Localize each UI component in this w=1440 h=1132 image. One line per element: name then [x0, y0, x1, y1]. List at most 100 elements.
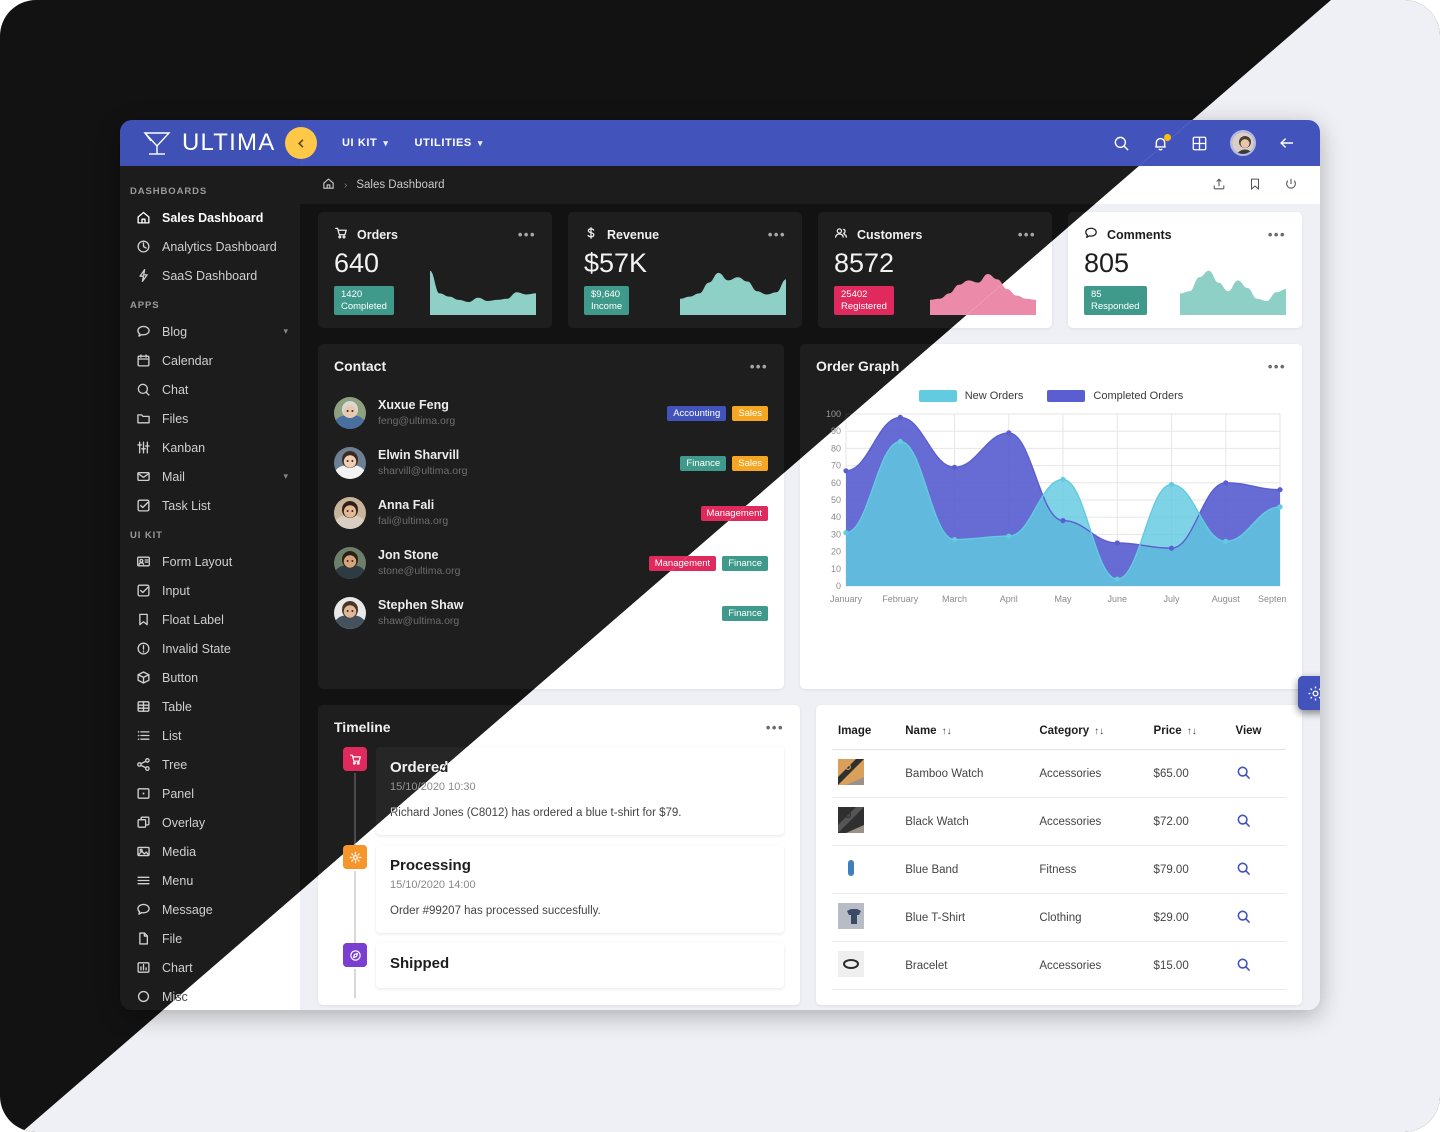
table-row[interactable]: BraceletAccessories$15.00 — [832, 941, 1286, 990]
ellipsis-icon[interactable]: ••• — [518, 228, 536, 241]
kpi-card-orders: Orders ••• 640 1420Completed — [318, 212, 552, 328]
comment-icon — [1084, 226, 1098, 243]
sort-icon[interactable]: ↑↓ — [1187, 726, 1197, 737]
sidebar-item-media[interactable]: Media — [120, 837, 300, 866]
compass-icon — [343, 943, 367, 967]
contact-info: Anna Fali fali@ultima.org — [378, 497, 448, 528]
kpi-left: 640 1420Completed — [334, 248, 426, 316]
sidebar-item-analytics-dashboard[interactable]: Analytics Dashboard — [120, 232, 300, 261]
contact-row[interactable]: Xuxue Feng feng@ultima.org Accounting Sales — [334, 388, 768, 438]
table-row[interactable]: Blue T-ShirtClothing$29.00 — [832, 893, 1286, 942]
sidebar-item-invalid-state[interactable]: Invalid State — [120, 634, 300, 663]
sidebar-item-calendar[interactable]: Calendar — [120, 346, 300, 375]
arrow-left-icon[interactable] — [1278, 134, 1296, 152]
sidebar-item-saas-dashboard[interactable]: SaaS Dashboard — [120, 261, 300, 290]
contact-name: Stephen Shaw — [378, 598, 464, 613]
legend-swatch — [918, 390, 957, 402]
page-stage: ULTIMA UI KIT ▾ UTILITIES ▾ DASHBOARDS S… — [0, 0, 1440, 1132]
sidebar-item-mail[interactable]: Mail ▾ — [120, 462, 300, 491]
id-card-icon — [136, 554, 151, 569]
table-row[interactable]: Black WatchAccessories$72.00 — [832, 797, 1286, 846]
table-header-label: Category — [1039, 725, 1090, 737]
sidebar-item-label: Analytics Dashboard — [162, 239, 277, 254]
tag-badge[interactable]: Sales — [732, 455, 768, 471]
ellipsis-icon[interactable]: ••• — [1268, 360, 1286, 373]
kpi-chip-label: Completed — [341, 300, 387, 312]
chevron-down-icon[interactable]: ▾ — [283, 471, 288, 482]
share-icon[interactable] — [1212, 177, 1226, 194]
sidebar-item-kanban[interactable]: Kanban — [120, 433, 300, 462]
product-thumbnail — [838, 759, 864, 788]
product-thumbnail — [838, 903, 864, 932]
ellipsis-icon[interactable]: ••• — [766, 721, 784, 734]
contact-row[interactable]: Elwin Sharvill sharvill@ultima.org Finance… — [334, 438, 768, 488]
home-icon[interactable] — [322, 177, 335, 193]
tag-badge[interactable]: Accounting — [667, 405, 727, 421]
grid-icon[interactable] — [1191, 135, 1208, 152]
tag-badge[interactable]: Finance — [680, 455, 727, 471]
search-icon[interactable] — [1236, 910, 1251, 927]
power-icon[interactable] — [1284, 177, 1298, 194]
chevron-down-icon[interactable]: ▾ — [283, 326, 288, 337]
search-icon[interactable] — [1236, 958, 1251, 975]
ellipsis-icon[interactable]: ••• — [1018, 228, 1036, 241]
avatar — [334, 547, 366, 579]
sidebar-item-chat[interactable]: Chat — [120, 375, 300, 404]
sidebar-item-overlay[interactable]: Overlay — [120, 808, 300, 837]
product-table-card: Image Name ↑↓ Category ↑↓ Price ↑↓ View Bamboo … — [816, 705, 1302, 1005]
search-icon[interactable] — [1236, 862, 1251, 879]
brand-logo[interactable]: ULTIMA — [120, 120, 300, 166]
contact-email: sharvill@ultima.org — [378, 465, 468, 478]
sidebar-item-blog[interactable]: Blog ▾ — [120, 317, 300, 346]
kpi-sparkline — [1180, 261, 1286, 316]
legend-item[interactable]: New Orders — [918, 390, 1023, 402]
avatar[interactable] — [1230, 130, 1256, 156]
svg-text:20: 20 — [831, 547, 841, 557]
chevron-down-icon: ▾ — [383, 137, 389, 148]
clone-icon — [136, 815, 151, 830]
menu-ui-kit-label: UI KIT — [342, 137, 378, 149]
search-icon[interactable] — [1236, 766, 1251, 783]
sidebar[interactable]: DASHBOARDS Sales Dashboard Analytics Dashb… — [120, 166, 300, 1010]
sidebar-item-table[interactable]: Table — [120, 692, 300, 721]
menu-utilities[interactable]: UTILITIES ▾ — [415, 137, 483, 149]
contact-email: shaw@ultima.org — [378, 615, 460, 628]
breadcrumb-current[interactable]: Sales Dashboard — [356, 179, 444, 191]
table-row[interactable]: Bamboo WatchAccessories$65.00 — [832, 749, 1286, 798]
ellipsis-icon[interactable]: ••• — [1268, 228, 1286, 241]
sidebar-item-button[interactable]: Button — [120, 663, 300, 692]
table-header-name[interactable]: Name ↑↓ — [899, 719, 1034, 750]
sidebar-item-list[interactable]: List — [120, 721, 300, 750]
menu-ui-kit[interactable]: UI KIT ▾ — [342, 137, 389, 149]
sidebar-item-files[interactable]: Files — [120, 404, 300, 433]
sidebar-collapse-button[interactable] — [285, 127, 317, 159]
table-row[interactable]: Blue BandFitness$79.00 — [832, 845, 1286, 894]
kpi-chip-label: Income — [591, 300, 623, 312]
sidebar-item-menu[interactable]: Menu — [120, 866, 300, 895]
ellipsis-icon[interactable]: ••• — [750, 360, 768, 373]
sort-icon[interactable]: ↑↓ — [1094, 726, 1104, 737]
sidebar-item-task-list[interactable]: Task List — [120, 491, 300, 520]
product-thumb-cell — [832, 749, 900, 798]
ellipsis-icon[interactable]: ••• — [768, 228, 786, 241]
sidebar-item-sales-dashboard[interactable]: Sales Dashboard — [120, 203, 300, 232]
sidebar-item-tree[interactable]: Tree — [120, 750, 300, 779]
tag-badge[interactable]: Finance — [722, 605, 768, 621]
bookmark-icon[interactable] — [1248, 177, 1262, 194]
sort-icon[interactable]: ↑↓ — [942, 726, 952, 737]
kpi-left: $57K $9,640Income — [584, 248, 676, 316]
table-header-price[interactable]: Price ↑↓ — [1147, 719, 1230, 750]
search-icon[interactable] — [1113, 135, 1130, 152]
contact-row[interactable]: Anna Falifali@ultima.orgManagement — [334, 488, 768, 538]
sidebar-item-input[interactable]: Input — [120, 576, 300, 605]
kpi-header: Customers ••• — [834, 226, 1036, 243]
sidebar-item-panel[interactable]: Panel — [120, 779, 300, 808]
tag-badge[interactable]: Sales — [732, 405, 768, 421]
sidebar-item-float-label[interactable]: Float Label — [120, 605, 300, 634]
tag-badge[interactable]: Finance — [722, 555, 768, 571]
settings-fab-button[interactable] — [1298, 676, 1320, 710]
table-header-category[interactable]: Category ↑↓ — [1033, 719, 1148, 750]
sidebar-item-form-layout[interactable]: Form Layout — [120, 547, 300, 576]
search-icon[interactable] — [1236, 814, 1251, 831]
legend-item[interactable]: Completed Orders — [1047, 390, 1183, 402]
